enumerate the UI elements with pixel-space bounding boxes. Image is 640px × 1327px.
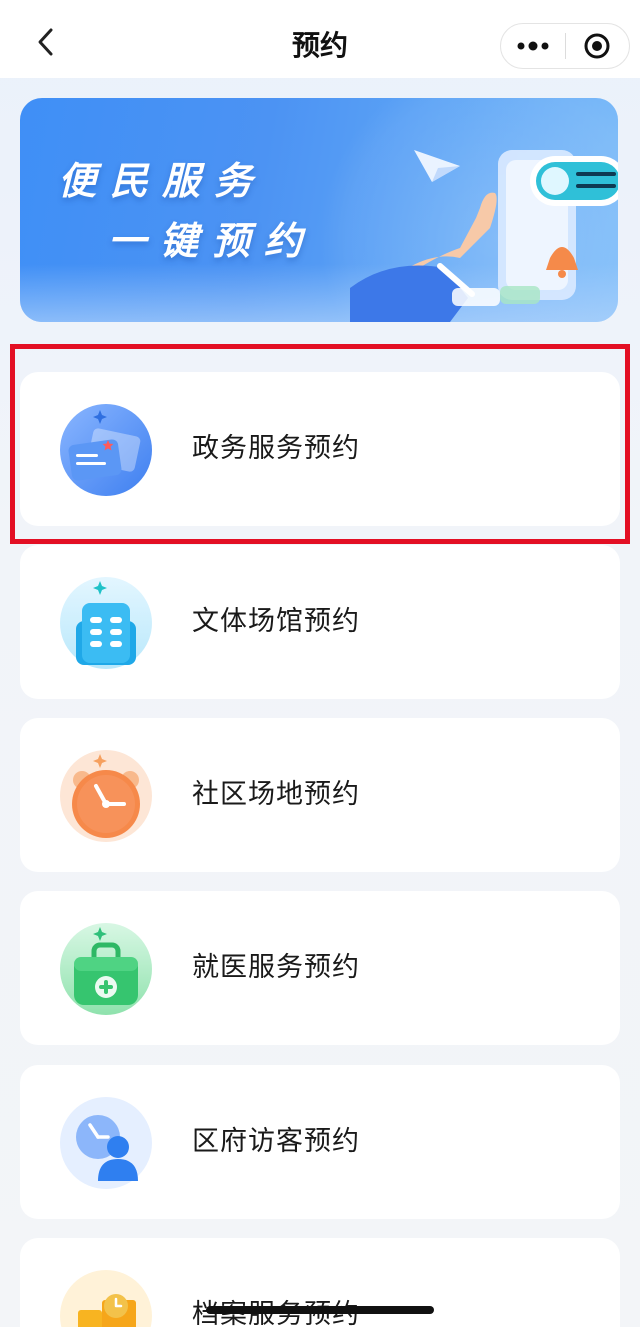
service-card-district-visitor[interactable]: 区府访客预约 [20, 1065, 620, 1219]
close-miniapp-button[interactable] [566, 23, 630, 69]
service-card-government[interactable]: 政务服务预约 [20, 372, 620, 526]
service-label: 就医服务预约 [192, 952, 360, 983]
service-card-medical[interactable]: 就医服务预约 [20, 891, 620, 1045]
banner-headline-line1: 便民服务 [58, 159, 267, 203]
hand-holding-phone-illustration [350, 150, 618, 322]
home-indicator[interactable] [206, 1306, 434, 1314]
miniapp-capsule [500, 23, 630, 69]
banner-headline-line2: 一键预约 [108, 219, 317, 263]
service-card-sports-venue[interactable]: 文体场馆预约 [20, 545, 620, 699]
back-button[interactable] [26, 22, 66, 62]
nav-bar [0, 0, 640, 78]
target-circle-icon [584, 33, 610, 59]
visitor-clock-icon [60, 1097, 152, 1189]
service-label: 区府访客预约 [192, 1126, 360, 1157]
more-button[interactable] [501, 23, 565, 69]
service-label: 政务服务预约 [192, 433, 360, 464]
more-dots-icon [517, 41, 549, 51]
building-icon [60, 577, 152, 669]
chevron-left-icon [38, 28, 53, 56]
medical-kit-icon [60, 923, 152, 1015]
paper-plane-icon [414, 150, 460, 182]
service-card-community-venue[interactable]: 社区场地预约 [20, 718, 620, 872]
service-label: 文体场馆预约 [192, 606, 360, 637]
clock-icon [60, 750, 152, 842]
service-label: 社区场地预约 [192, 779, 360, 810]
archive-icon [60, 1270, 152, 1327]
documents-icon [60, 404, 152, 496]
